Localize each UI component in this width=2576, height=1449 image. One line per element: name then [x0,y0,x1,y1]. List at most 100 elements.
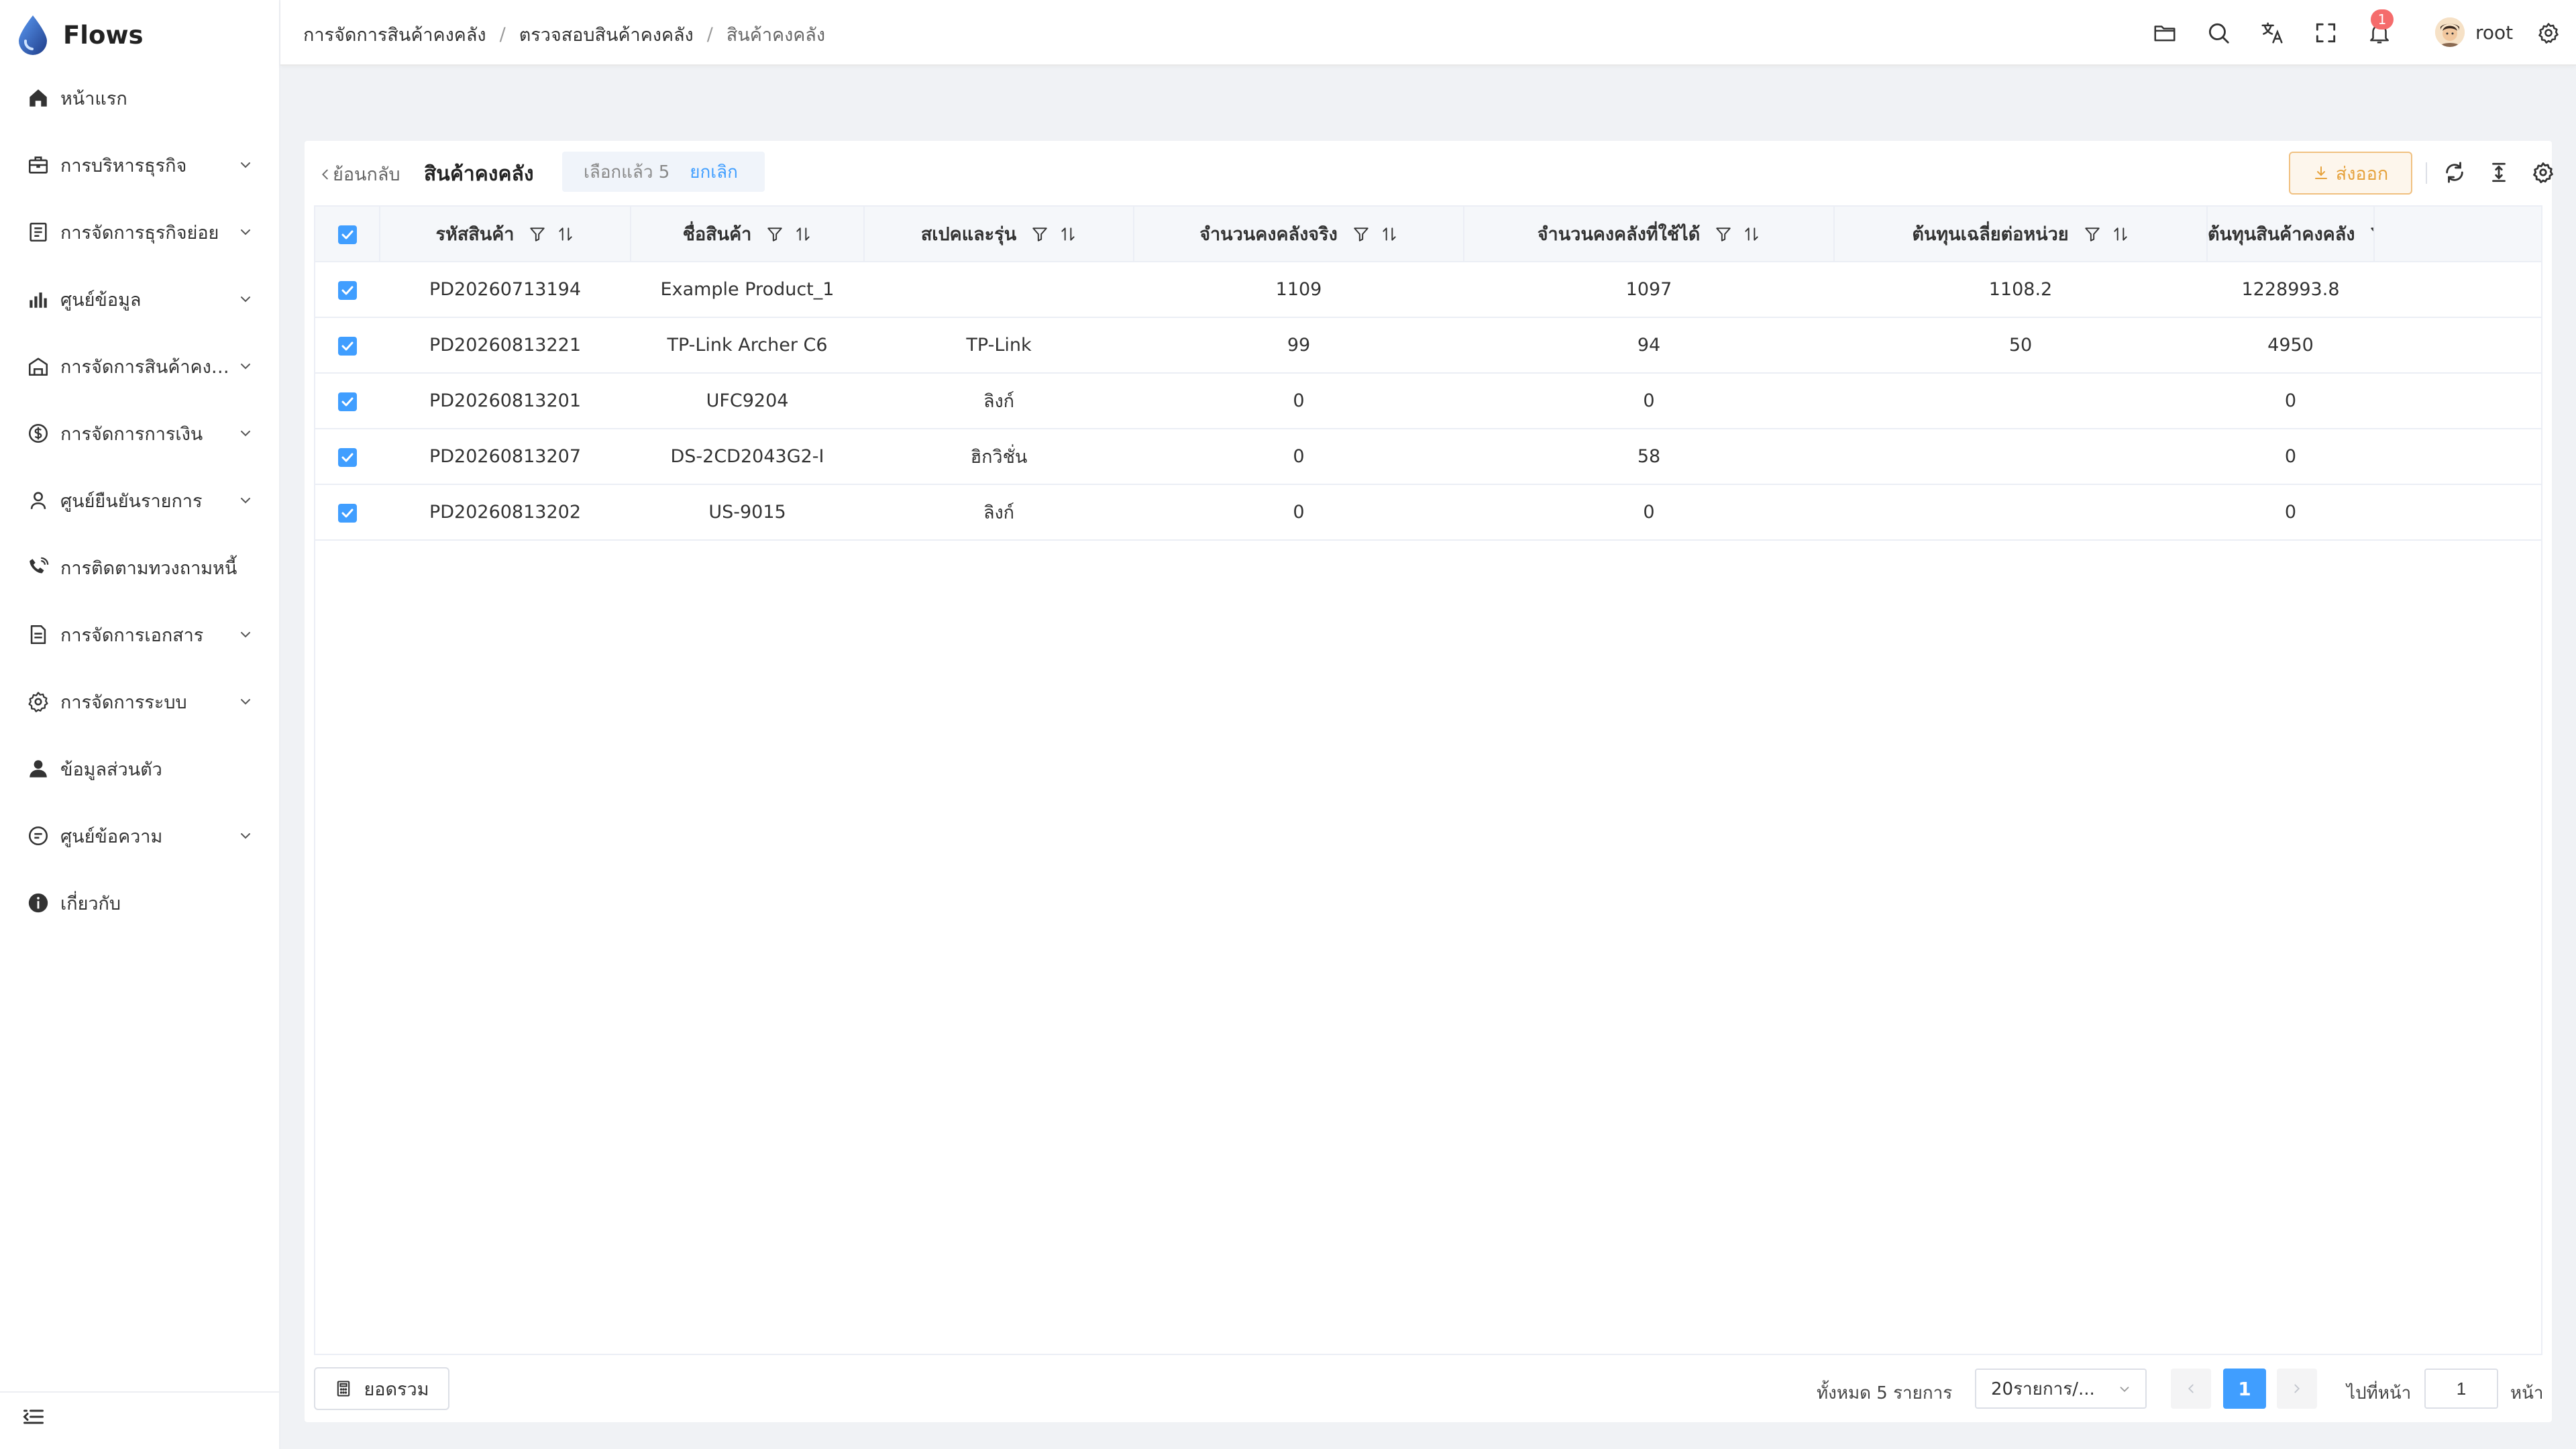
table-cell [1834,484,2207,541]
breadcrumb-item-inventory-management[interactable]: การจัดการสินค้าคงคลัง [303,20,486,49]
table-cell: TP-Link [864,317,1134,374]
table-cell: PD20260813207 [380,429,631,485]
current-page-button[interactable]: 1 [2223,1368,2266,1409]
sidebar-item-info[interactable]: เกี่ยวกับ [0,869,280,936]
info-icon [28,893,48,913]
select-all-checkbox[interactable] [337,225,357,244]
summary-button[interactable]: ยอดรวม [314,1367,449,1410]
sidebar-item-document[interactable]: การจัดการธุรกิจย่อย [0,199,280,266]
sidebar-item-phone[interactable]: การติดตามทวงถามหนี้ [0,534,280,601]
filter-icon[interactable] [1031,225,1049,243]
goto-page-suffix: หน้า [2510,1383,2544,1403]
sidebar-item-home[interactable]: หน้าแรก [0,64,280,131]
sidebar-item-bar-chart[interactable]: ศูนย์ข้อมูล [0,266,280,333]
divider [0,1391,280,1393]
back-label: ย้อนกลับ [333,164,400,185]
phone-icon [30,557,49,574]
back-button[interactable]: ย้อนกลับ [318,160,400,189]
table-row[interactable]: PD20260813221 TP-Link Archer C6 TP-Link 99 9… [315,317,2541,374]
table-cell: 0 [1134,429,1464,485]
sidebar-item-briefcase[interactable]: การบริหารธุรกิจ [0,131,280,199]
sort-icon[interactable] [2112,225,2129,243]
translate-icon[interactable] [2259,20,2285,46]
table-cell: 0 [2207,484,2374,541]
sidebar-item-user[interactable]: ข้อมูลส่วนตัว [0,735,280,802]
filter-icon[interactable] [1715,225,1732,243]
sort-icon[interactable] [794,225,812,243]
sidebar-item-dollar-circle[interactable]: การจัดการการเงิน [0,400,280,467]
selection-info: เลือกแล้ว 5 ยกเลิก [562,152,765,192]
table-cell: US-9015 [631,484,864,541]
sort-icon[interactable] [1743,225,1760,243]
table-cell: PD20260813202 [380,484,631,541]
table-row[interactable]: PD20260813207 DS-2CD2043G2-I ฮิกวิชั่น 0 58 0 [315,429,2541,485]
sort-icon[interactable] [557,225,574,243]
sidebar-item-user-check[interactable]: ศูนย์ยืนยันรายการ [0,467,280,534]
filter-icon[interactable] [2084,225,2101,243]
filter-icon[interactable] [529,225,546,243]
row-checkbox[interactable] [338,392,357,411]
user-icon [30,760,47,777]
cancel-selection-link[interactable]: ยกเลิก [690,158,738,186]
chevron-down-icon [241,364,250,370]
table-cell: 0 [1464,484,1834,541]
sidebar: Flows หน้าแรก การบริหารธุรกิจ การจัดการธุร… [0,0,280,1449]
sort-icon[interactable] [1059,225,1077,243]
sidebar-item-label: ศูนย์ข้อความ [60,826,163,847]
breadcrumb-separator: / [706,24,713,45]
app-logo[interactable]: Flows [16,9,144,60]
row-select-cell [315,429,380,485]
checkmark-icon [341,453,354,462]
row-checkbox[interactable] [338,336,357,356]
calculator-icon [337,1381,350,1397]
settings-gear-icon[interactable] [2537,21,2560,44]
filter-icon[interactable] [1352,225,1370,243]
sidebar-item-file[interactable]: การจัดการเอกสาร [0,601,280,668]
table-row[interactable]: PD20260813201 UFC9204 ลิงก์ 0 0 0 [315,373,2541,429]
chevron-down-icon [241,297,250,303]
chevron-left-icon [322,169,328,179]
table-row[interactable]: PD20260813202 US-9015 ลิงก์ 0 0 0 [315,484,2541,541]
checkmark-icon [341,286,354,294]
refresh-icon[interactable] [2443,161,2466,184]
next-page-button[interactable] [2277,1368,2317,1409]
row-checkbox[interactable] [338,447,357,467]
briefcase-icon [28,156,48,174]
table-row[interactable]: PD20260713194 Example Product_1 1109 1097 11… [315,262,2541,318]
page-size-value: 20รายการ/... [1991,1379,2095,1399]
sidebar-item-label: ศูนย์ข้อมูล [60,289,142,311]
sidebar-item-warehouse[interactable]: การจัดการสินค้าคงคลัง [0,333,280,400]
goto-page-input[interactable] [2424,1368,2498,1409]
row-checkbox[interactable] [338,503,357,523]
chevron-down-icon [241,632,250,638]
sidebar-item-gear[interactable]: การจัดการระบบ [0,668,280,735]
user-name[interactable]: root [2475,21,2513,44]
fullscreen-icon[interactable] [2313,20,2339,46]
checkmark-icon [341,230,353,239]
table-cell: 1228993.8 [2207,262,2374,318]
table-header-row: รหัสสินค้า ชื่อสินค้า สเปคและรุ่น จำนวนคงคล… [315,207,2541,262]
column-header-label: จำนวนคงคลังที่ใช้ได้ [1537,224,1701,245]
collapse-sidebar-icon[interactable] [21,1405,46,1429]
prev-page-button[interactable] [2171,1368,2211,1409]
checkmark-icon [341,341,354,350]
sidebar-item-chat[interactable]: ศูนย์ข้อความ [0,802,280,869]
water-drop-icon [19,15,47,55]
export-button[interactable]: ส่งออก [2289,152,2412,195]
table-settings-icon[interactable] [2532,161,2555,184]
avatar[interactable] [2435,17,2465,47]
search-icon[interactable] [2206,20,2231,46]
column-height-icon[interactable] [2487,161,2510,184]
row-checkbox[interactable] [338,280,357,300]
folder-icon[interactable] [2152,20,2178,46]
page-size-select[interactable]: 20รายการ/... [1975,1368,2147,1409]
inventory-table: รหัสสินค้า ชื่อสินค้า สเปคและรุ่น จำนวนคงคล… [314,205,2542,1355]
home-icon [30,89,47,107]
filter-icon[interactable] [766,225,784,243]
sort-icon[interactable] [1381,225,1398,243]
chevron-down-icon [241,431,250,437]
column-header: จำนวนคงคลังที่ใช้ได้ [1464,207,1835,262]
total-count: ทั้งหมด 5 รายการ [1817,1383,1953,1403]
chevron-down-icon [2120,1387,2129,1393]
breadcrumb-item-inventory-check[interactable]: ตรวจสอบสินค้าคงคลัง [519,20,694,49]
